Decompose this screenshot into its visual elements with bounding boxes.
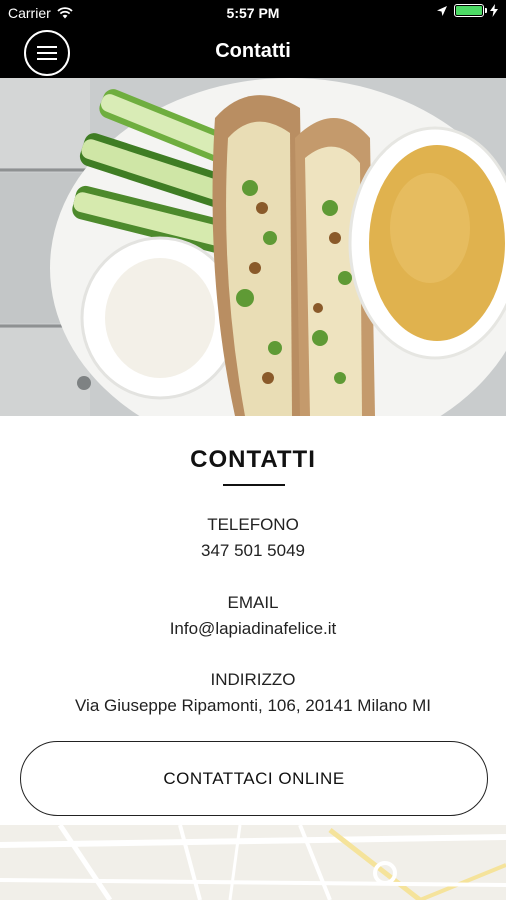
address-value[interactable]: Via Giuseppe Ripamonti, 106, 20141 Milan… [0,696,506,716]
hero-image [0,78,506,416]
status-time: 5:57 PM [226,5,280,21]
charging-bolt-icon [490,4,498,17]
map-preview[interactable] [0,825,506,900]
contact-online-button[interactable]: CONTATTACI ONLINE [20,741,488,816]
map-graphic [0,825,506,900]
phone-value[interactable]: 347 501 5049 [0,541,506,561]
battery-icon [454,4,487,17]
status-bar: Carrier 5:57 PM [0,0,506,26]
status-right-group [436,4,498,17]
page-title: Contatti [215,40,291,62]
location-arrow-icon [437,5,447,16]
nav-bar: Contatti [0,26,506,78]
phone-label: TELEFONO [207,515,299,534]
address-label: INDIRIZZO [210,670,296,689]
email-value[interactable]: Info@lapiadinafelice.it [0,619,506,639]
contact-heading: CONTATTI [190,446,316,473]
heading-divider [223,484,285,486]
email-label: EMAIL [227,593,279,612]
